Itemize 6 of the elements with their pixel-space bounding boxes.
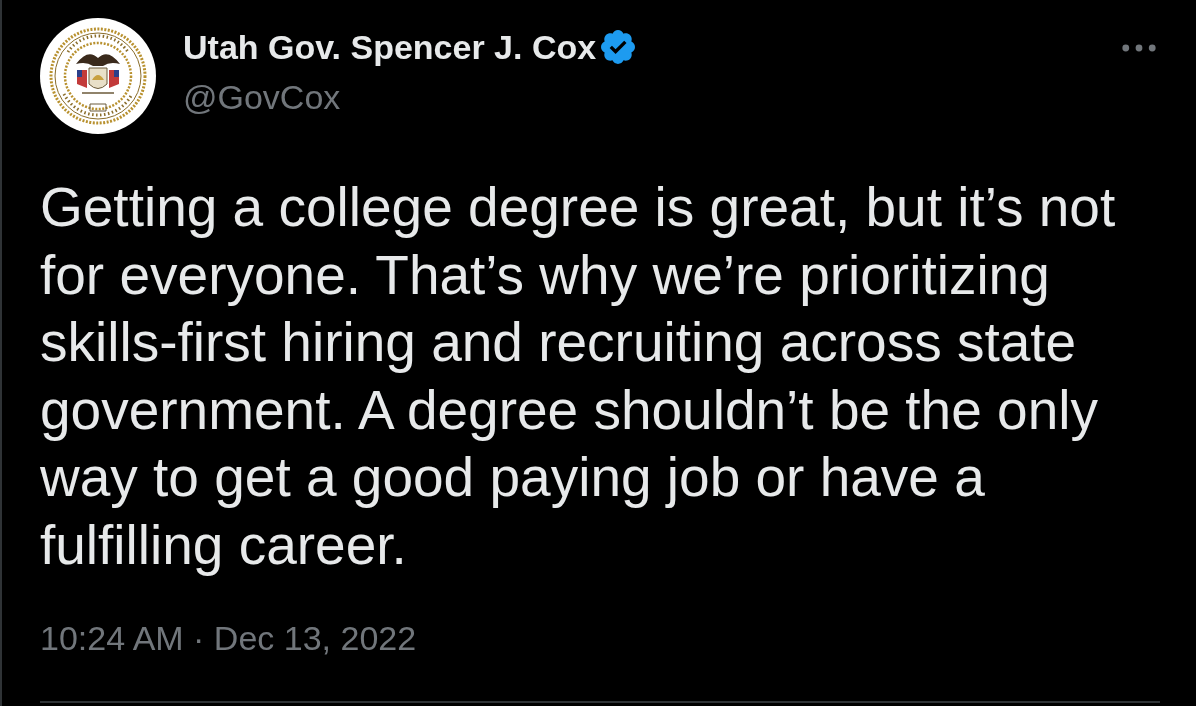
tweet-text: Getting a college degree is great, but it’s not for everyone. That’s why we’re prioritizing skills-first hiring and recruiting across state government. A degree shouldn’t be the only way to get a good paying job or have a fulfilling career. — [40, 175, 1117, 578]
author-handle[interactable]: @GovCox — [183, 76, 636, 118]
more-icon[interactable] — [1122, 44, 1156, 52]
tweet-timestamp[interactable]: 10:24 AM · Dec 13, 2022 — [40, 619, 417, 657]
author-name[interactable]: Utah Gov. Spencer J. Cox — [183, 26, 597, 68]
seal-avatar[interactable] — [40, 18, 156, 134]
